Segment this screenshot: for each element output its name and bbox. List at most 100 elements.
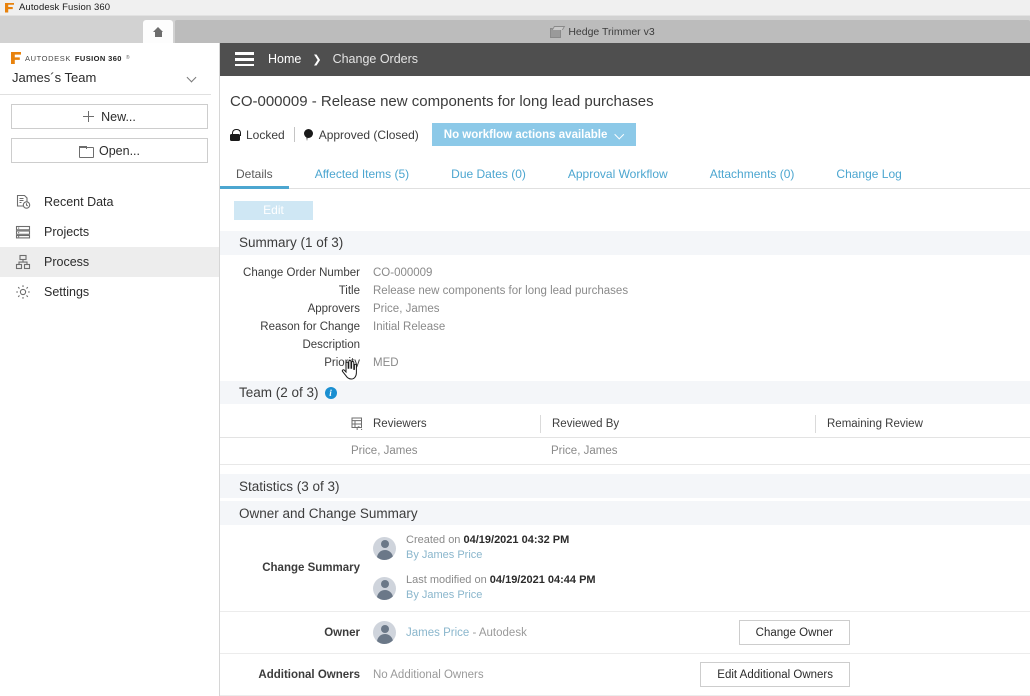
summary-fields: Change Order Number CO-000009 Title Rele…	[220, 255, 1030, 372]
edit-additional-owners-button[interactable]: Edit Additional Owners	[700, 662, 850, 687]
modified-text: Last modified on 04/19/2021 04:44 PM By …	[406, 573, 596, 603]
top-navigation-bar: Home ❯ Change Orders	[220, 43, 1030, 76]
content-area: Home ❯ Change Orders CO-000009 - Release…	[220, 43, 1030, 696]
section-summary-header: Summary (1 of 3)	[220, 230, 1030, 255]
change-summary-label: Change Summary	[262, 562, 360, 574]
table-grid-icon[interactable]	[351, 417, 364, 433]
info-icon[interactable]: i	[324, 386, 337, 399]
created-by: By James Price	[406, 549, 483, 561]
sidebar-item-recent-data[interactable]: Recent Data	[0, 187, 219, 217]
lock-icon	[230, 128, 241, 141]
tab-change-log[interactable]: Change Log	[836, 167, 901, 188]
column-header-label: Remaining Review	[827, 417, 923, 430]
new-button-label: New...	[101, 109, 136, 124]
owner-block: Change Summary Created on 04/19/2021 04:…	[220, 525, 1030, 696]
tab-document-hedge-trimmer[interactable]: Hedge Trimmer v3	[175, 20, 1030, 43]
tab-home[interactable]	[143, 20, 173, 43]
brand-trademark: ®	[125, 55, 130, 61]
sidebar-nav: Recent Data Projects Process Settings	[0, 187, 219, 307]
chevron-down-icon	[616, 131, 624, 139]
fusion-logo-icon	[5, 3, 14, 13]
field-value: MED	[373, 356, 399, 369]
team-selector[interactable]: James´s Team	[0, 64, 211, 95]
owner-name-text: James Price	[406, 626, 470, 639]
change-summary-row: Change Summary Created on 04/19/2021 04:…	[220, 525, 1030, 612]
window-title: Autodesk Fusion 360	[19, 2, 111, 13]
workflow-actions-button[interactable]: No workflow actions available	[431, 123, 637, 147]
recent-data-icon	[15, 194, 31, 210]
page-title: CO-000009 - Release new components for l…	[230, 92, 654, 110]
column-header-reviewers: Reviewers	[246, 417, 540, 433]
user-avatar	[373, 621, 396, 644]
section-owner-title: Owner and Change Summary	[239, 505, 418, 521]
tab-attachments[interactable]: Attachments (0)	[710, 167, 795, 188]
workflow-actions-label: No workflow actions available	[443, 128, 608, 141]
page-header: CO-000009 - Release new components for l…	[220, 76, 1030, 110]
user-avatar	[373, 536, 396, 560]
modified-timestamp: 04/19/2021 04:44 PM	[489, 574, 596, 586]
brand-autodesk-text: AUTODESK	[25, 53, 71, 63]
open-button[interactable]: Open...	[11, 138, 208, 163]
status-row: Locked Approved (Closed) No workflow act…	[230, 123, 1030, 147]
table-row[interactable]: Price, James Price, James	[220, 438, 1030, 466]
application-body: AUTODESK FUSION 360 ® James´s Team New..…	[0, 43, 1030, 696]
sidebar-brand: AUTODESK FUSION 360 ®	[0, 43, 219, 64]
field-label: Change Order Number	[243, 266, 360, 279]
field-value: Price, James	[373, 302, 440, 315]
hamburger-icon[interactable]	[235, 52, 254, 67]
breadcrumb-home[interactable]: Home	[268, 52, 301, 66]
breadcrumb-change-orders[interactable]: Change Orders	[333, 52, 418, 66]
edit-additional-owners-slot: Edit Additional Owners	[700, 662, 850, 687]
change-owner-button[interactable]: Change Owner	[738, 620, 850, 645]
section-summary-title: Summary (1 of 3)	[239, 235, 344, 251]
owner-org-text: - Autodesk	[469, 626, 527, 639]
tab-due-dates[interactable]: Due Dates (0)	[451, 167, 526, 188]
home-icon	[152, 26, 164, 37]
section-team-title: Team (2 of 3)	[239, 385, 319, 401]
plus-icon	[83, 111, 95, 122]
status-locked: Locked	[230, 128, 285, 142]
field-row: Title Release new components for long le…	[220, 282, 1030, 300]
owner-name: James Price - Autodesk	[406, 627, 527, 639]
tab-document-label: Hedge Trimmer v3	[568, 25, 655, 38]
breadcrumb-separator-icon: ❯	[312, 53, 322, 66]
sidebar: AUTODESK FUSION 360 ® James´s Team New..…	[0, 43, 220, 696]
change-summary-entries: Created on 04/19/2021 04:32 PM By James …	[373, 533, 596, 603]
folder-icon	[79, 145, 94, 158]
sidebar-item-settings[interactable]: Settings	[0, 277, 219, 307]
tab-details[interactable]: Details	[220, 167, 289, 189]
window-title-bar: Autodesk Fusion 360	[0, 0, 1030, 16]
field-label: Priority	[324, 356, 360, 369]
field-row: Reason for Change Initial Release	[220, 318, 1030, 336]
table-header-row: Reviewers Reviewed By Remaining Review	[220, 410, 1030, 439]
sidebar-item-process[interactable]: Process	[0, 247, 219, 277]
sidebar-item-projects[interactable]: Projects	[0, 217, 219, 247]
section-team-header: Team (2 of 3) i	[220, 380, 1030, 405]
field-label: Title	[338, 284, 360, 297]
edit-button[interactable]: Edit	[234, 200, 313, 220]
application-tab-strip: Hedge Trimmer v3	[0, 16, 1030, 43]
modified-entry: Last modified on 04/19/2021 04:44 PM By …	[373, 573, 596, 603]
tab-approval-workflow[interactable]: Approval Workflow	[568, 167, 668, 188]
new-button[interactable]: New...	[11, 104, 208, 129]
field-value: CO-000009	[373, 266, 433, 279]
status-locked-label: Locked	[246, 127, 285, 142]
pin-icon	[303, 128, 313, 141]
field-label: Approvers	[307, 302, 360, 315]
cube-icon	[550, 26, 562, 38]
created-timestamp: 04/19/2021 04:32 PM	[463, 534, 570, 546]
column-header-label: Reviewed By	[552, 417, 620, 430]
field-value: Initial Release	[373, 320, 446, 333]
field-row: Approvers Price, James	[220, 300, 1030, 318]
sidebar-item-label: Process	[44, 255, 90, 269]
tab-strip-padding	[0, 16, 143, 43]
additional-owners-row: Additional Owners No Additional Owners E…	[220, 654, 1030, 696]
tab-affected-items[interactable]: Affected Items (5)	[315, 167, 409, 188]
brand-fusion-text: FUSION 360	[74, 53, 122, 63]
owner-row: Owner James Price - Autodesk Change Owne…	[220, 612, 1030, 654]
projects-icon	[15, 224, 31, 240]
column-header-reviewed-by: Reviewed By	[540, 414, 815, 433]
sidebar-item-label: Recent Data	[44, 195, 114, 209]
created-entry: Created on 04/19/2021 04:32 PM By James …	[373, 533, 596, 563]
field-value: Release new components for long lead pur…	[373, 284, 629, 297]
